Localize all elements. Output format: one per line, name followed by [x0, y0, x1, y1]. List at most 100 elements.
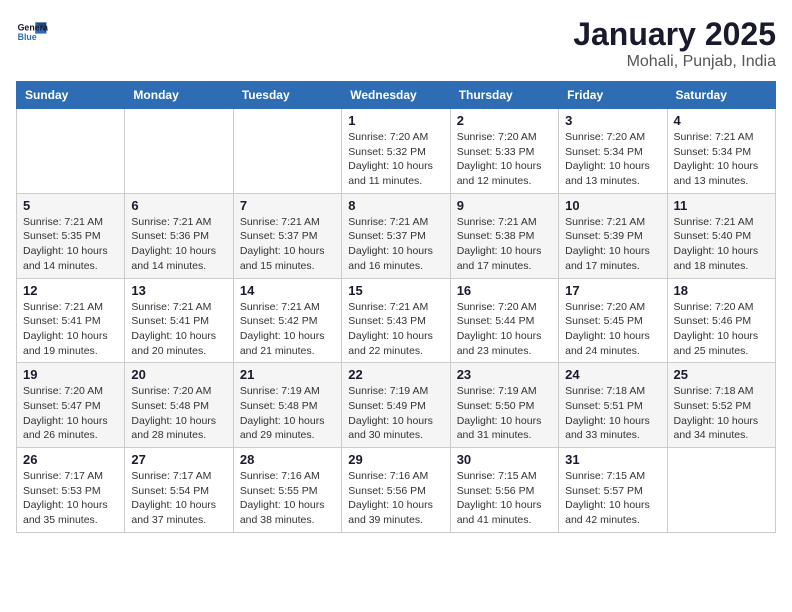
calendar-cell: 27 Sunrise: 7:17 AMSunset: 5:54 PMDayligh…: [125, 448, 233, 533]
day-info: Sunrise: 7:19 AMSunset: 5:48 PMDaylight:…: [240, 384, 335, 443]
day-info: Sunrise: 7:21 AMSunset: 5:36 PMDaylight:…: [131, 215, 226, 274]
day-header-thursday: Thursday: [450, 82, 558, 109]
calendar-cell: 25 Sunrise: 7:18 AMSunset: 5:52 PMDayligh…: [667, 363, 775, 448]
day-info: Sunrise: 7:17 AMSunset: 5:54 PMDaylight:…: [131, 469, 226, 528]
day-header-saturday: Saturday: [667, 82, 775, 109]
day-header-monday: Monday: [125, 82, 233, 109]
day-info: Sunrise: 7:20 AMSunset: 5:33 PMDaylight:…: [457, 130, 552, 189]
calendar-cell: 11 Sunrise: 7:21 AMSunset: 5:40 PMDayligh…: [667, 193, 775, 278]
week-row-5: 26Sunrise: 7:17 AMSunset: 5:53 PMDayligh…: [17, 448, 776, 533]
day-number: 4: [674, 113, 769, 128]
calendar-cell: 6 Sunrise: 7:21 AMSunset: 5:36 PMDaylight…: [125, 193, 233, 278]
day-number: 17: [565, 283, 660, 298]
day-info: Sunrise: 7:20 AMSunset: 5:47 PMDaylight:…: [23, 384, 118, 443]
day-number: 6: [131, 198, 226, 213]
day-number: 30: [457, 452, 552, 467]
day-info: Sunrise: 7:20 AMSunset: 5:48 PMDaylight:…: [131, 384, 226, 443]
calendar-table: SundayMondayTuesdayWednesdayThursdayFrid…: [16, 81, 776, 533]
calendar-cell: 16 Sunrise: 7:20 AMSunset: 5:44 PMDayligh…: [450, 278, 558, 363]
day-header-friday: Friday: [559, 82, 667, 109]
day-info: Sunrise: 7:21 AMSunset: 5:34 PMDaylight:…: [674, 130, 769, 189]
calendar-cell: 8 Sunrise: 7:21 AMSunset: 5:37 PMDaylight…: [342, 193, 450, 278]
day-info: Sunrise: 7:20 AMSunset: 5:46 PMDaylight:…: [674, 300, 769, 359]
day-info: Sunrise: 7:18 AMSunset: 5:52 PMDaylight:…: [674, 384, 769, 443]
calendar-cell: 28 Sunrise: 7:16 AMSunset: 5:55 PMDayligh…: [233, 448, 341, 533]
day-info: Sunrise: 7:21 AMSunset: 5:39 PMDaylight:…: [565, 215, 660, 274]
day-info: Sunrise: 7:19 AMSunset: 5:50 PMDaylight:…: [457, 384, 552, 443]
day-info: Sunrise: 7:21 AMSunset: 5:37 PMDaylight:…: [348, 215, 443, 274]
day-number: 16: [457, 283, 552, 298]
day-info: Sunrise: 7:20 AMSunset: 5:44 PMDaylight:…: [457, 300, 552, 359]
day-header-sunday: Sunday: [17, 82, 125, 109]
calendar-cell: 12 Sunrise: 7:21 AMSunset: 5:41 PMDayligh…: [17, 278, 125, 363]
svg-text:Blue: Blue: [18, 32, 37, 42]
calendar-cell: 17 Sunrise: 7:20 AMSunset: 5:45 PMDayligh…: [559, 278, 667, 363]
day-number: 27: [131, 452, 226, 467]
day-number: 15: [348, 283, 443, 298]
day-number: 11: [674, 198, 769, 213]
title-block: January 2025 Mohali, Punjab, India: [573, 16, 776, 71]
day-info: Sunrise: 7:21 AMSunset: 5:38 PMDaylight:…: [457, 215, 552, 274]
calendar-cell: 24 Sunrise: 7:18 AMSunset: 5:51 PMDayligh…: [559, 363, 667, 448]
calendar-cell: 29Sunrise: 7:16 AMSunset: 5:56 PMDayligh…: [342, 448, 450, 533]
calendar-cell: 26Sunrise: 7:17 AMSunset: 5:53 PMDayligh…: [17, 448, 125, 533]
day-number: 28: [240, 452, 335, 467]
day-info: Sunrise: 7:15 AMSunset: 5:57 PMDaylight:…: [565, 469, 660, 528]
calendar-cell: 10 Sunrise: 7:21 AMSunset: 5:39 PMDayligh…: [559, 193, 667, 278]
calendar-cell: 3Sunrise: 7:20 AMSunset: 5:34 PMDaylight…: [559, 109, 667, 194]
week-row-3: 12 Sunrise: 7:21 AMSunset: 5:41 PMDayligh…: [17, 278, 776, 363]
calendar-cell: 22 Sunrise: 7:19 AMSunset: 5:49 PMDayligh…: [342, 363, 450, 448]
calendar-cell: 1Sunrise: 7:20 AMSunset: 5:32 PMDaylight…: [342, 109, 450, 194]
day-number: 5: [23, 198, 118, 213]
day-number: 13: [131, 283, 226, 298]
day-info: Sunrise: 7:18 AMSunset: 5:51 PMDaylight:…: [565, 384, 660, 443]
calendar-cell: 9 Sunrise: 7:21 AMSunset: 5:38 PMDaylight…: [450, 193, 558, 278]
calendar-title: January 2025: [573, 16, 776, 53]
day-info: Sunrise: 7:21 AMSunset: 5:41 PMDaylight:…: [23, 300, 118, 359]
week-row-1: 1Sunrise: 7:20 AMSunset: 5:32 PMDaylight…: [17, 109, 776, 194]
header-row: SundayMondayTuesdayWednesdayThursdayFrid…: [17, 82, 776, 109]
calendar-cell: 5 Sunrise: 7:21 AMSunset: 5:35 PMDaylight…: [17, 193, 125, 278]
day-number: 3: [565, 113, 660, 128]
logo-icon: General Blue: [16, 16, 48, 48]
calendar-cell: 18 Sunrise: 7:20 AMSunset: 5:46 PMDayligh…: [667, 278, 775, 363]
day-number: 25: [674, 367, 769, 382]
day-info: Sunrise: 7:21 AMSunset: 5:40 PMDaylight:…: [674, 215, 769, 274]
calendar-cell: 4 Sunrise: 7:21 AMSunset: 5:34 PMDaylight…: [667, 109, 775, 194]
day-info: Sunrise: 7:21 AMSunset: 5:43 PMDaylight:…: [348, 300, 443, 359]
calendar-cell: [667, 448, 775, 533]
week-row-2: 5 Sunrise: 7:21 AMSunset: 5:35 PMDaylight…: [17, 193, 776, 278]
day-number: 31: [565, 452, 660, 467]
logo: General Blue: [16, 16, 48, 48]
day-number: 18: [674, 283, 769, 298]
day-info: Sunrise: 7:20 AMSunset: 5:45 PMDaylight:…: [565, 300, 660, 359]
calendar-cell: 13Sunrise: 7:21 AMSunset: 5:41 PMDayligh…: [125, 278, 233, 363]
calendar-cell: 7Sunrise: 7:21 AMSunset: 5:37 PMDaylight…: [233, 193, 341, 278]
calendar-cell: [125, 109, 233, 194]
day-info: Sunrise: 7:19 AMSunset: 5:49 PMDaylight:…: [348, 384, 443, 443]
day-header-wednesday: Wednesday: [342, 82, 450, 109]
day-number: 14: [240, 283, 335, 298]
calendar-cell: 31 Sunrise: 7:15 AMSunset: 5:57 PMDayligh…: [559, 448, 667, 533]
day-number: 10: [565, 198, 660, 213]
page-header: General Blue January 2025 Mohali, Punjab…: [16, 16, 776, 71]
day-number: 21: [240, 367, 335, 382]
day-info: Sunrise: 7:20 AMSunset: 5:32 PMDaylight:…: [348, 130, 443, 189]
day-info: Sunrise: 7:21 AMSunset: 5:42 PMDaylight:…: [240, 300, 335, 359]
day-info: Sunrise: 7:21 AMSunset: 5:35 PMDaylight:…: [23, 215, 118, 274]
day-number: 9: [457, 198, 552, 213]
calendar-cell: 19Sunrise: 7:20 AMSunset: 5:47 PMDayligh…: [17, 363, 125, 448]
calendar-cell: 21 Sunrise: 7:19 AMSunset: 5:48 PMDayligh…: [233, 363, 341, 448]
day-number: 22: [348, 367, 443, 382]
day-number: 2: [457, 113, 552, 128]
day-number: 24: [565, 367, 660, 382]
calendar-cell: [233, 109, 341, 194]
day-header-tuesday: Tuesday: [233, 82, 341, 109]
week-row-4: 19Sunrise: 7:20 AMSunset: 5:47 PMDayligh…: [17, 363, 776, 448]
day-info: Sunrise: 7:16 AMSunset: 5:55 PMDaylight:…: [240, 469, 335, 528]
svg-text:General: General: [18, 22, 48, 32]
day-number: 12: [23, 283, 118, 298]
day-number: 8: [348, 198, 443, 213]
day-number: 20: [131, 367, 226, 382]
calendar-cell: 14 Sunrise: 7:21 AMSunset: 5:42 PMDayligh…: [233, 278, 341, 363]
